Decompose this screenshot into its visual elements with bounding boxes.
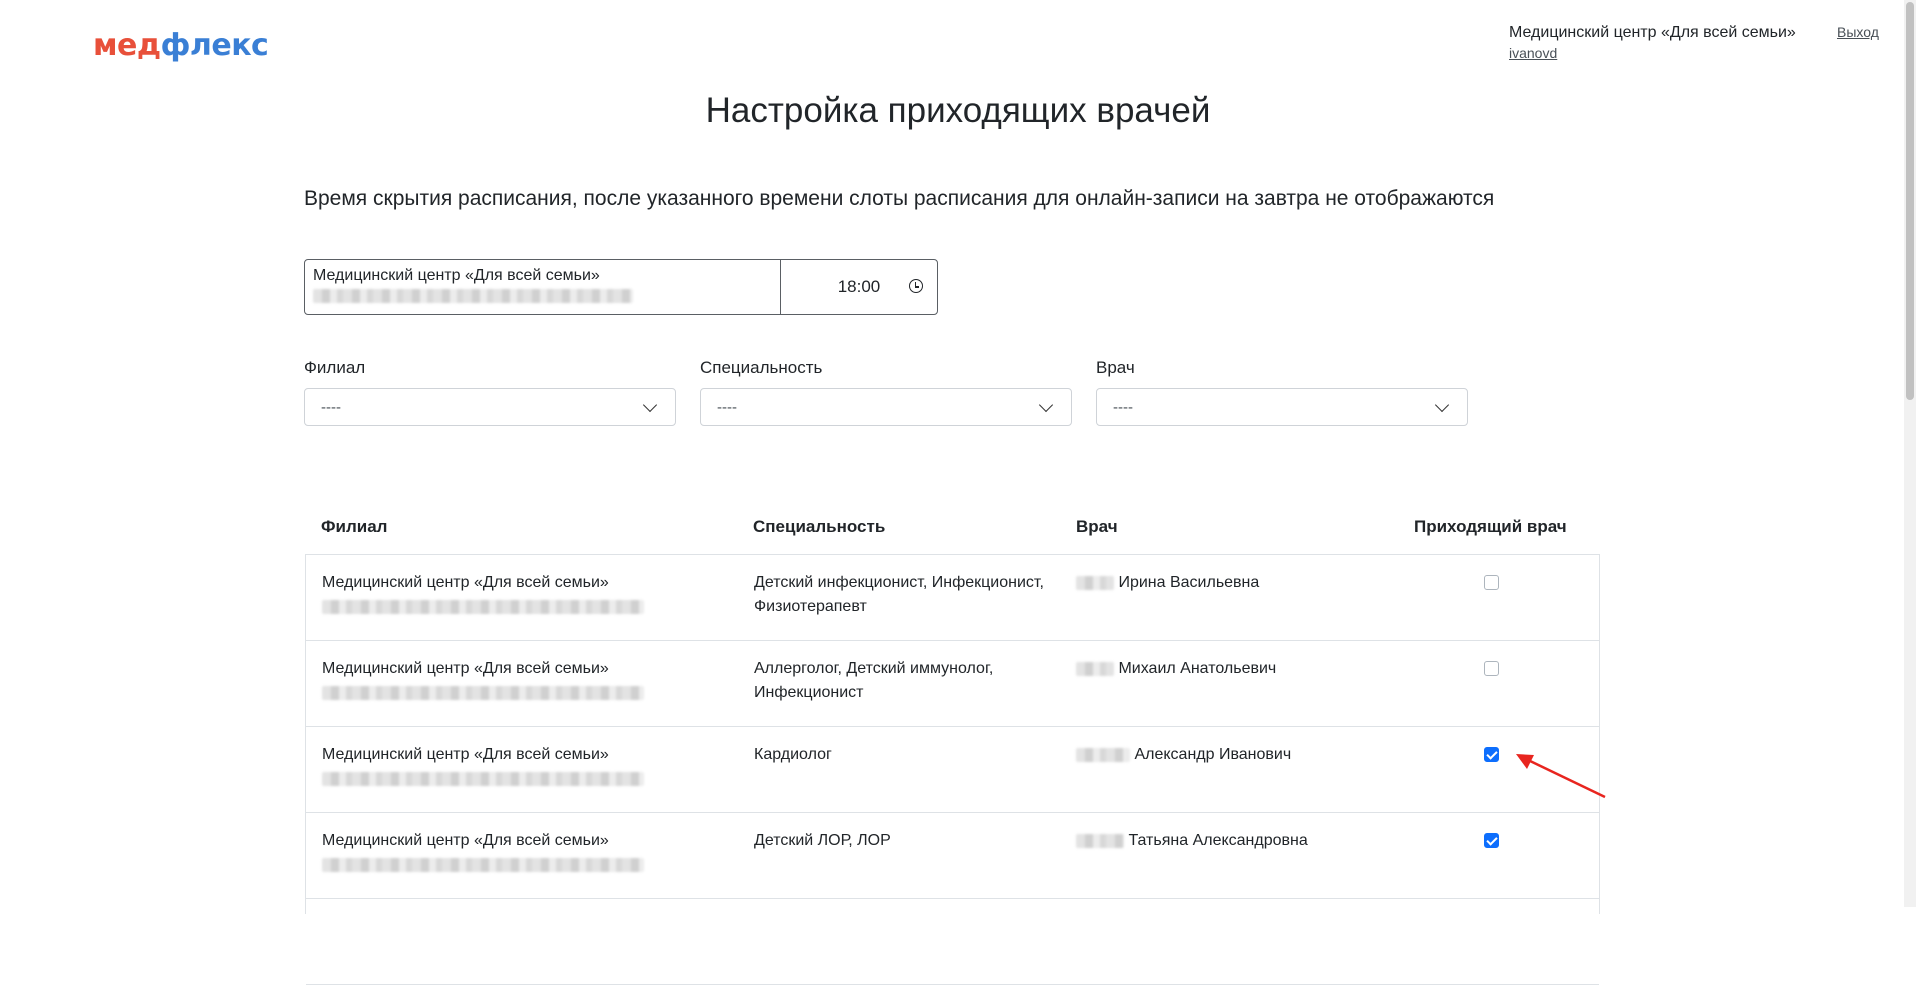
time-box-branch: Медицинский центр «Для всей семьи» — [305, 260, 781, 314]
filter-doctor-select[interactable]: ---- — [1096, 388, 1468, 426]
redacted-address — [322, 857, 644, 872]
row-doctor: Александр Иванович — [1076, 743, 1406, 767]
table-row: Медицинский центр «Для всей семьи» Детск… — [306, 555, 1599, 641]
annotation-arrow — [1516, 754, 1606, 799]
visiting-doctor-checkbox[interactable] — [1484, 661, 1499, 676]
time-box-branch-name: Медицинский центр «Для всей семьи» — [313, 267, 600, 284]
redacted-surname — [1076, 747, 1130, 762]
annotation-arrow-line — [1527, 758, 1606, 799]
clock-icon[interactable] — [909, 279, 923, 293]
filter-branch-value: ---- — [321, 398, 341, 416]
logout-link[interactable]: Выход — [1837, 24, 1879, 40]
logo-part-2: флекс — [160, 28, 269, 63]
scrollbar-thumb[interactable] — [1906, 2, 1914, 400]
hide-time-value: 18:00 — [837, 277, 881, 296]
row-specialty: Детский ЛОР, ЛОР — [754, 832, 891, 849]
row-branch-name: Медицинский центр «Для всей семьи» — [322, 746, 609, 763]
table-row — [306, 899, 1599, 985]
row-visiting — [1484, 575, 1499, 590]
visiting-doctor-checkbox[interactable] — [1484, 575, 1499, 590]
hide-time-setting: Медицинский центр «Для всей семьи» 18:00 — [304, 259, 938, 315]
row-specialty: Кардиолог — [754, 746, 832, 763]
user-block: Медицинский центр «Для всей семьи» ivano… — [1509, 22, 1796, 61]
row-visiting — [1484, 661, 1499, 676]
filter-specialty-value: ---- — [717, 398, 737, 416]
column-header-visiting: Приходящий врач — [1414, 517, 1567, 536]
medflex-logo[interactable]: медфлекс — [93, 28, 269, 64]
filter-specialty: Специальность ---- — [700, 357, 1072, 426]
table-row: Медицинский центр «Для всей семьи» Карди… — [306, 727, 1599, 813]
row-branch: Медицинский центр «Для всей семьи» — [322, 657, 722, 705]
redacted-address — [322, 771, 644, 786]
filter-specialty-select[interactable]: ---- — [700, 388, 1072, 426]
row-visiting — [1484, 833, 1499, 848]
row-branch-name: Медицинский центр «Для всей семьи» — [322, 660, 609, 677]
row-doctor: Ирина Васильевна — [1076, 571, 1406, 595]
hide-time-input[interactable]: 18:00 — [781, 260, 937, 314]
filter-doctor: Врач ---- — [1096, 357, 1468, 426]
filter-doctor-value: ---- — [1113, 398, 1133, 416]
visiting-doctor-checkbox[interactable] — [1484, 833, 1499, 848]
redacted-surname — [1076, 833, 1124, 848]
row-specialty: Детский инфекционист, Инфекционист, Физи… — [754, 574, 1044, 615]
chevron-down-icon — [642, 397, 658, 412]
filter-branch: Филиал ---- — [304, 357, 676, 426]
page-title: Настройка приходящих врачей — [705, 91, 1211, 130]
row-visiting — [1484, 747, 1499, 762]
filter-doctor-label: Врач — [1096, 358, 1135, 377]
redacted-address — [322, 685, 644, 700]
filter-branch-select[interactable]: ---- — [304, 388, 676, 426]
row-branch: Медицинский центр «Для всей семьи» — [322, 571, 722, 619]
table-row: Медицинский центр «Для всей семьи» Аллер… — [306, 641, 1599, 727]
table-row: Медицинский центр «Для всей семьи» Детск… — [306, 813, 1599, 899]
redacted-address — [313, 288, 633, 303]
row-specialty: Аллерголог, Детский иммунолог, Инфекцион… — [754, 660, 994, 701]
chevron-down-icon — [1434, 397, 1450, 412]
row-branch-name: Медицинский центр «Для всей семьи» — [322, 832, 609, 849]
row-doctor: Татьяна Александровна — [1076, 829, 1406, 853]
redacted-surname — [1076, 575, 1114, 590]
row-doctor-name: Александр Иванович — [1134, 746, 1292, 763]
header-center-name: Медицинский центр «Для всей семьи» — [1509, 24, 1796, 41]
page-scrollbar[interactable] — [1904, 0, 1916, 907]
row-branch: Медицинский центр «Для всей семьи» — [322, 829, 722, 877]
column-header-specialty: Специальность — [753, 517, 886, 536]
redacted-address — [322, 599, 644, 614]
visiting-doctor-checkbox[interactable] — [1484, 747, 1499, 762]
user-login-link[interactable]: ivanovd — [1509, 45, 1796, 61]
row-doctor-name: Ирина Васильевна — [1118, 574, 1260, 591]
row-doctor: Михаил Анатольевич — [1076, 657, 1406, 681]
doctors-table: Медицинский центр «Для всей семьи» Детск… — [305, 554, 1600, 985]
chevron-down-icon — [1038, 397, 1054, 412]
logo-part-1: мед — [93, 28, 161, 63]
row-doctor-name: Татьяна Александровна — [1128, 832, 1308, 849]
filter-specialty-label: Специальность — [700, 358, 823, 377]
row-doctor-name: Михаил Анатольевич — [1118, 660, 1277, 677]
redacted-surname — [1076, 661, 1114, 676]
filter-branch-label: Филиал — [304, 358, 366, 377]
column-header-branch: Филиал — [321, 517, 388, 536]
row-branch-name: Медицинский центр «Для всей семьи» — [322, 574, 609, 591]
column-header-doctor: Врач — [1076, 517, 1118, 536]
row-branch: Медицинский центр «Для всей семьи» — [322, 743, 722, 791]
table-header: Филиал Специальность Врач Приходящий вра… — [304, 514, 1600, 554]
hide-time-description: Время скрытия расписания, после указанно… — [304, 187, 1495, 210]
